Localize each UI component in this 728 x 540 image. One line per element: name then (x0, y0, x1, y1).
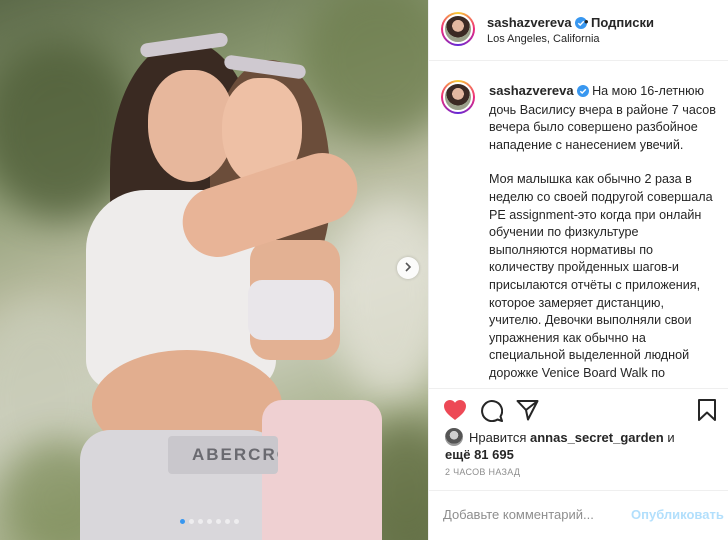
caption-section: sashazvereva На мою 16-летнюю дочь Васил… (429, 62, 728, 388)
carousel-dot (225, 519, 230, 524)
post-location[interactable]: Los Angeles, California (487, 33, 600, 45)
likes-summary: Нравится annas_secret_garden и ещё 81 69… (445, 428, 725, 463)
comment-bubble-icon[interactable] (480, 399, 504, 427)
caption-text: sashazvereva На мою 16-летнюю дочь Васил… (489, 82, 717, 383)
avatar[interactable] (441, 80, 475, 114)
post-header: sashazvereva • Подписки Los Angeles, Cal… (429, 0, 728, 61)
heart-icon[interactable] (443, 399, 467, 426)
post-details-panel: sashazvereva • Подписки Los Angeles, Cal… (428, 0, 728, 540)
bookmark-icon[interactable] (697, 399, 717, 426)
avatar[interactable] (441, 12, 475, 46)
avatar[interactable] (445, 428, 463, 446)
waistband-logo-text: ABERCRO (168, 436, 278, 474)
pink-leggings (262, 400, 382, 540)
chevron-right-icon (404, 259, 412, 277)
post-author-username[interactable]: sashazvereva (487, 15, 587, 32)
sports-top (248, 280, 334, 340)
action-bar (429, 388, 728, 428)
liker-username[interactable]: annas_secret_garden (530, 430, 664, 445)
following-button[interactable]: Подписки (591, 15, 654, 30)
carousel-dot (207, 519, 212, 524)
carousel-dot (216, 519, 221, 524)
likes-prefix: Нравится (469, 430, 527, 445)
carousel-next-button[interactable] (397, 257, 419, 279)
comment-bar: Опубликовать (429, 490, 728, 540)
caption-author-username[interactable]: sashazvereva (489, 83, 589, 98)
carousel-indicator (180, 519, 239, 524)
likes-conjunction: и (667, 430, 675, 445)
post-photo[interactable]: ABERCRO (0, 0, 428, 540)
carousel-dot (198, 519, 203, 524)
post-timestamp[interactable]: 2 ЧАСОВ НАЗАД (445, 467, 520, 477)
separator-dot: • (584, 14, 589, 29)
carousel-dot (189, 519, 194, 524)
paper-plane-icon[interactable] (516, 399, 539, 426)
background-wall (330, 200, 428, 400)
carousel-dot (234, 519, 239, 524)
comment-input[interactable] (443, 507, 633, 522)
likes-count-link[interactable]: ещё 81 695 (445, 447, 514, 462)
verified-badge-icon (576, 84, 589, 102)
carousel-dot (180, 519, 185, 524)
caption-paragraph: Моя малышка как обычно 2 раза в неделю с… (489, 172, 713, 380)
publish-button[interactable]: Опубликовать (631, 507, 724, 522)
